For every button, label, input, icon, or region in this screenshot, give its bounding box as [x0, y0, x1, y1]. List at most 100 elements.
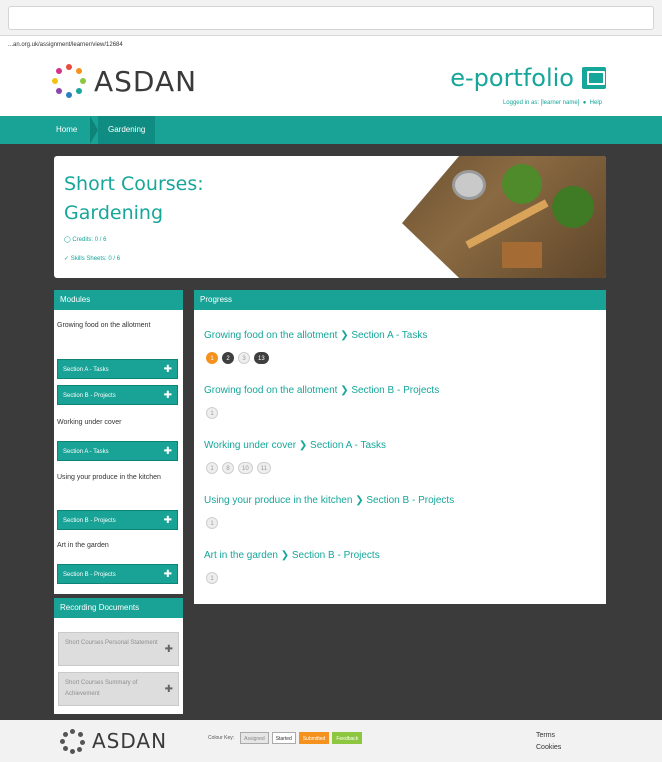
asdan-logo-icon	[52, 64, 86, 98]
task-badge[interactable]: 1	[206, 517, 218, 529]
task-badge[interactable]: 1	[206, 407, 218, 419]
user-icon: ●	[582, 100, 587, 106]
document-label: Short Courses Summary of Achievement	[65, 680, 138, 697]
modules-header: Modules	[54, 290, 183, 310]
progress-section: Section A - Tasks	[310, 440, 387, 451]
asdan-logo-icon	[60, 729, 85, 754]
plus-icon: ✚	[163, 446, 172, 457]
task-badge[interactable]: 8	[222, 462, 234, 474]
portal-title: e-portfolio	[450, 64, 574, 92]
chevron-right-icon: ❯	[340, 330, 349, 341]
course-title-line1: Short Courses:	[64, 173, 204, 195]
key-feedback: Feedback	[332, 732, 363, 744]
cookies-link[interactable]: Cookies	[536, 742, 561, 754]
document-button[interactable]: Short Courses Summary of Achievement ✚	[58, 672, 179, 706]
progress-link[interactable]: Growing food on the allotment ❯ Section …	[204, 330, 427, 341]
credits-stat: ◯ Credits: 0 / 6	[64, 236, 106, 243]
task-badge[interactable]: 10	[238, 462, 253, 474]
footer-logo[interactable]: ASDAN	[60, 729, 168, 754]
module-label: Working under cover	[57, 419, 122, 426]
plus-icon: ✚	[164, 644, 173, 655]
module-section-label: Section B - Projects	[63, 518, 116, 524]
asdan-logo[interactable]: ASDAN	[52, 64, 197, 98]
url-text: ...an.org.uk/assignment/learner/view/126…	[8, 42, 123, 48]
key-started: Started	[271, 732, 296, 744]
progress-badges: 1	[206, 517, 218, 529]
watering-can-image	[452, 170, 486, 200]
task-badge[interactable]: 13	[254, 352, 269, 364]
module-section-label: Section A - Tasks	[63, 367, 109, 373]
logged-in-text: Logged in as: [learner name]	[502, 100, 580, 106]
progress-badges: 1 2 3 13	[206, 352, 269, 364]
plus-icon: ✚	[163, 515, 172, 526]
skills-text: Skills Sheets: 0 / 6	[70, 256, 121, 262]
laptop-icon	[582, 67, 606, 89]
browser-toolbar	[0, 0, 662, 36]
eportfolio-title: e-portfolio	[450, 64, 606, 92]
breadcrumb-current[interactable]: Gardening	[98, 116, 156, 144]
progress-link[interactable]: Using your produce in the kitchen ❯ Sect…	[204, 495, 454, 506]
progress-link[interactable]: Growing food on the allotment ❯ Section …	[204, 385, 439, 396]
chevron-right-icon: ❯	[355, 495, 364, 506]
progress-header: Progress	[194, 290, 606, 310]
task-badge[interactable]: 1	[206, 352, 218, 364]
task-badge[interactable]: 11	[256, 462, 271, 474]
progress-module: Working under cover	[204, 440, 297, 451]
breadcrumb-home[interactable]: Home	[56, 116, 77, 144]
task-badge[interactable]: 1	[206, 462, 218, 474]
chevron-right-icon: ❯	[280, 550, 290, 561]
task-badge[interactable]: 3	[238, 352, 250, 364]
terms-link[interactable]: Terms	[536, 730, 561, 742]
progress-link[interactable]: Art in the garden ❯ Section B - Projects	[204, 550, 380, 561]
modules-panel: Modules Growing food on the allotment Se…	[54, 290, 183, 594]
module-label: Art in the garden	[57, 542, 109, 549]
task-badge[interactable]: 1	[206, 572, 218, 584]
progress-link[interactable]: Working under cover ❯ Section A - Tasks	[204, 440, 386, 451]
document-button[interactable]: Short Courses Personal Statement ✚	[58, 632, 179, 666]
progress-module: Growing food on the allotment	[204, 385, 338, 396]
recording-documents-header: Recording Documents	[54, 598, 183, 618]
task-badge[interactable]: 2	[222, 352, 234, 364]
footer-brand-name: ASDAN	[92, 729, 168, 753]
module-section-label: Section B - Projects	[63, 393, 116, 399]
credits-icon: ◯	[64, 237, 71, 243]
progress-badges: 1 8 10 11	[206, 462, 271, 474]
progress-badges: 1	[206, 407, 218, 419]
module-section-button[interactable]: Section B - Projects ✚	[57, 564, 178, 584]
plus-icon: ✚	[164, 684, 173, 695]
plus-icon: ✚	[163, 569, 172, 580]
skills-stat: ✓ Skills Sheets: 0 / 6	[64, 255, 120, 262]
help-link[interactable]: Help	[590, 100, 602, 106]
module-section-button[interactable]: Section B - Projects ✚	[57, 385, 178, 405]
module-section-button[interactable]: Section A - Tasks ✚	[57, 441, 178, 461]
site-footer: ASDAN Colour Key: Assigned Started Submi…	[0, 720, 662, 762]
gardening-photo	[402, 156, 606, 278]
module-label: Growing food on the allotment	[57, 322, 151, 329]
key-assigned: Assigned	[240, 732, 269, 744]
module-section-button[interactable]: Section B - Projects ✚	[57, 510, 178, 530]
progress-module: Using your produce in the kitchen	[204, 495, 353, 506]
progress-module: Growing food on the allotment	[204, 330, 338, 341]
breadcrumb: Home Gardening	[0, 116, 662, 144]
progress-panel: Progress Growing food on the allotment ❯…	[194, 290, 606, 604]
credits-text: Credits: 0 / 6	[72, 237, 107, 243]
chevron-right-icon	[90, 116, 98, 144]
key-submitted: Submitted	[298, 732, 330, 744]
module-section-button[interactable]: Section A - Tasks ✚	[57, 359, 178, 379]
address-bar[interactable]	[8, 6, 654, 30]
module-label: Using your produce in the kitchen	[57, 474, 161, 481]
plus-icon: ✚	[163, 390, 172, 401]
module-section-label: Section B - Projects	[63, 572, 116, 578]
herb-image	[552, 186, 594, 228]
colour-key: Colour Key: Assigned Started Submitted F…	[208, 732, 363, 744]
progress-badges: 1	[206, 572, 218, 584]
recording-documents-panel: Recording Documents Short Courses Person…	[54, 598, 183, 714]
progress-section: Section B - Projects	[291, 550, 380, 561]
progress-section: Section B - Projects	[351, 385, 440, 396]
progress-section: Section B - Projects	[366, 495, 455, 506]
skills-icon: ✓	[64, 256, 70, 262]
pot-image	[502, 242, 542, 268]
course-title: Short Courses: Gardening	[64, 170, 204, 228]
colour-key-label: Colour Key:	[208, 735, 235, 741]
course-title-line2: Gardening	[64, 202, 164, 224]
